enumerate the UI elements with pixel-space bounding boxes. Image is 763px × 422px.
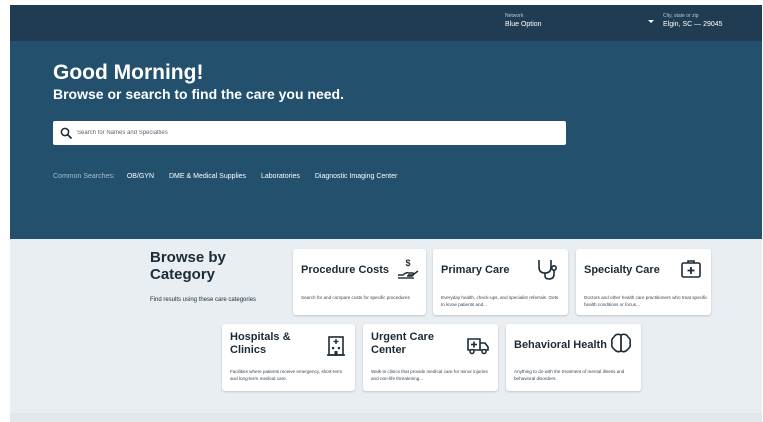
medical-kit-icon [681,260,701,278]
card-title: Hospitals & Clinics [230,331,291,356]
search-input[interactable] [77,121,557,145]
card-title: Urgent Care Center [371,331,434,356]
card-title: Primary Care [441,264,510,276]
browse-subtitle: Find results using these care categories [150,297,257,303]
browse-title: Browse by Category [150,249,226,283]
chevron-down-icon[interactable] [648,20,654,23]
ambulance-icon [467,338,489,355]
common-search-obgyn[interactable]: OB/GYN [127,173,154,180]
search-icon[interactable] [60,127,72,139]
page: Network Blue Option City, state or zip E… [10,5,762,422]
top-bar: Network Blue Option City, state or zip E… [10,5,762,41]
card-title: Specialty Care [584,264,660,276]
card-description: Search for and compare costs for specifi… [301,295,410,300]
hero-subtitle: Browse or search to find the care you ne… [53,86,344,102]
card-description: Anything to do with the treatment of men… [514,369,625,381]
common-search-laboratories[interactable]: Laboratories [261,173,300,180]
card-procedure-costs[interactable]: Procedure Costs $ Search for and compare… [293,249,426,315]
common-search-dme[interactable]: DME & Medical Supplies [169,173,246,180]
card-urgent-care-center[interactable]: Urgent Care Center Walk-in clinics that … [363,324,498,391]
network-label: Network [505,13,524,19]
card-description: Doctors and other health care practition… [584,295,708,307]
network-selector[interactable]: Network Blue Option [505,13,542,30]
location-label: City, state or zip [663,13,699,19]
hero-section: Good Morning! Browse or search to find t… [10,41,762,239]
card-behavioral-health[interactable]: Behavioral Health Anything to do with th… [506,324,641,391]
brain-icon [610,333,632,353]
location-value: Elgin, SC — 29045 [663,21,723,28]
card-description: Walk-in clinics that provide medical car… [371,369,488,381]
card-hospitals-clinics[interactable]: Hospitals & Clinics Facilities where pat… [222,324,355,391]
card-specialty-care[interactable]: Specialty Care Doctors and other health … [576,249,711,315]
common-search-imaging[interactable]: Diagnostic Imaging Center [315,173,398,180]
card-description: Facilities where patients receive emerge… [230,369,343,381]
hand-dollar-icon: $ [398,258,419,279]
stethoscope-icon [538,260,558,280]
card-description: Everyday health, check-ups, and speciali… [441,295,559,307]
card-title: Procedure Costs [301,264,390,276]
network-value: Blue Option [505,21,542,28]
location-selector[interactable]: City, state or zip Elgin, SC — 29045 [663,13,723,30]
common-searches: Common Searches: OB/GYN DME & Medical Su… [53,172,410,182]
common-searches-label: Common Searches: [53,173,115,180]
hospital-building-icon [327,336,345,356]
browse-section: Browse by Category Find results using th… [10,239,762,422]
svg-text:$: $ [405,258,410,268]
section-divider [10,413,762,422]
search-bar[interactable] [53,121,566,145]
card-title: Behavioral Health [514,339,607,351]
card-primary-care[interactable]: Primary Care Everyday health, check-ups,… [433,249,568,315]
greeting-heading: Good Morning! [53,61,204,84]
